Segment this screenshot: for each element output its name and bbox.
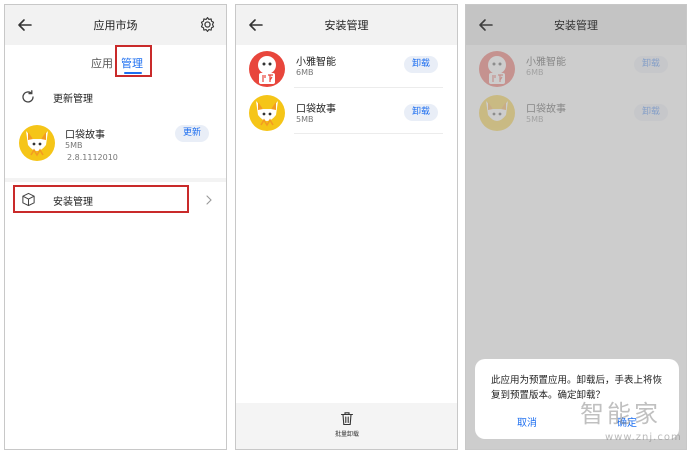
uninstall-button[interactable]: 卸载 [404, 104, 439, 121]
list-item: 口袋故事 5MB 2.8.1112010 更新 [5, 117, 226, 167]
list-separator [294, 87, 443, 88]
section-divider [5, 178, 226, 182]
chevron-right-icon [206, 195, 212, 205]
uninstall-button[interactable]: 卸载 [404, 56, 439, 73]
trash-icon [340, 412, 354, 426]
gear-icon[interactable] [199, 16, 216, 33]
tab-apps[interactable]: 应用 [91, 55, 113, 71]
app-name: 口袋故事 [65, 130, 105, 141]
watermark-brand: 智能家 [580, 400, 661, 428]
install-management-label: 安装管理 [53, 197, 93, 208]
app-size: 5MB [296, 115, 314, 124]
uninstall-confirm-screen: 安装管理 小雅智能 6MB 卸载 口袋故事 5MB 卸载 此应用为预置应用。卸载… [465, 4, 687, 450]
header: 应用市场 [5, 5, 226, 45]
app-name: 口袋故事 [296, 104, 336, 115]
app-size: 6MB [296, 68, 314, 77]
app-version: 2.8.1112010 [67, 153, 118, 162]
bulk-uninstall-button[interactable]: 批量卸载 [316, 403, 378, 449]
app-size: 5MB [65, 141, 83, 150]
package-box-icon [22, 192, 35, 207]
header: 安装管理 [236, 5, 457, 45]
bulk-uninstall-label: 批量卸载 [334, 431, 359, 438]
update-management-label: 更新管理 [53, 94, 93, 105]
xiaoya-app-icon [249, 51, 285, 87]
app-name: 小雅智能 [296, 57, 336, 68]
install-management-screen: 安装管理 小雅智能 6MB 卸载 口袋故事 5MB 卸载 批量卸载 [235, 4, 458, 450]
bottom-toolbar: 批量卸载 [236, 403, 457, 449]
fox-app-icon [249, 95, 285, 131]
page-title: 应用市场 [93, 19, 138, 32]
page-title: 安装管理 [324, 19, 369, 32]
refresh-icon [22, 90, 34, 103]
update-management-row[interactable]: 更新管理 [5, 83, 226, 113]
list-separator [294, 133, 443, 134]
update-button[interactable]: 更新 [175, 125, 210, 142]
install-management-row[interactable]: 安装管理 [13, 185, 189, 213]
fox-app-icon [19, 125, 55, 161]
watermark-url: www.znj.com [605, 432, 682, 443]
cancel-button[interactable]: 取消 [517, 414, 537, 429]
highlight-box-manage-tab [115, 45, 152, 77]
app-market-screen: 应用市场 应用 管理 更新管理 口袋故事 5MB 2.8.1112010 更新 … [4, 4, 227, 450]
